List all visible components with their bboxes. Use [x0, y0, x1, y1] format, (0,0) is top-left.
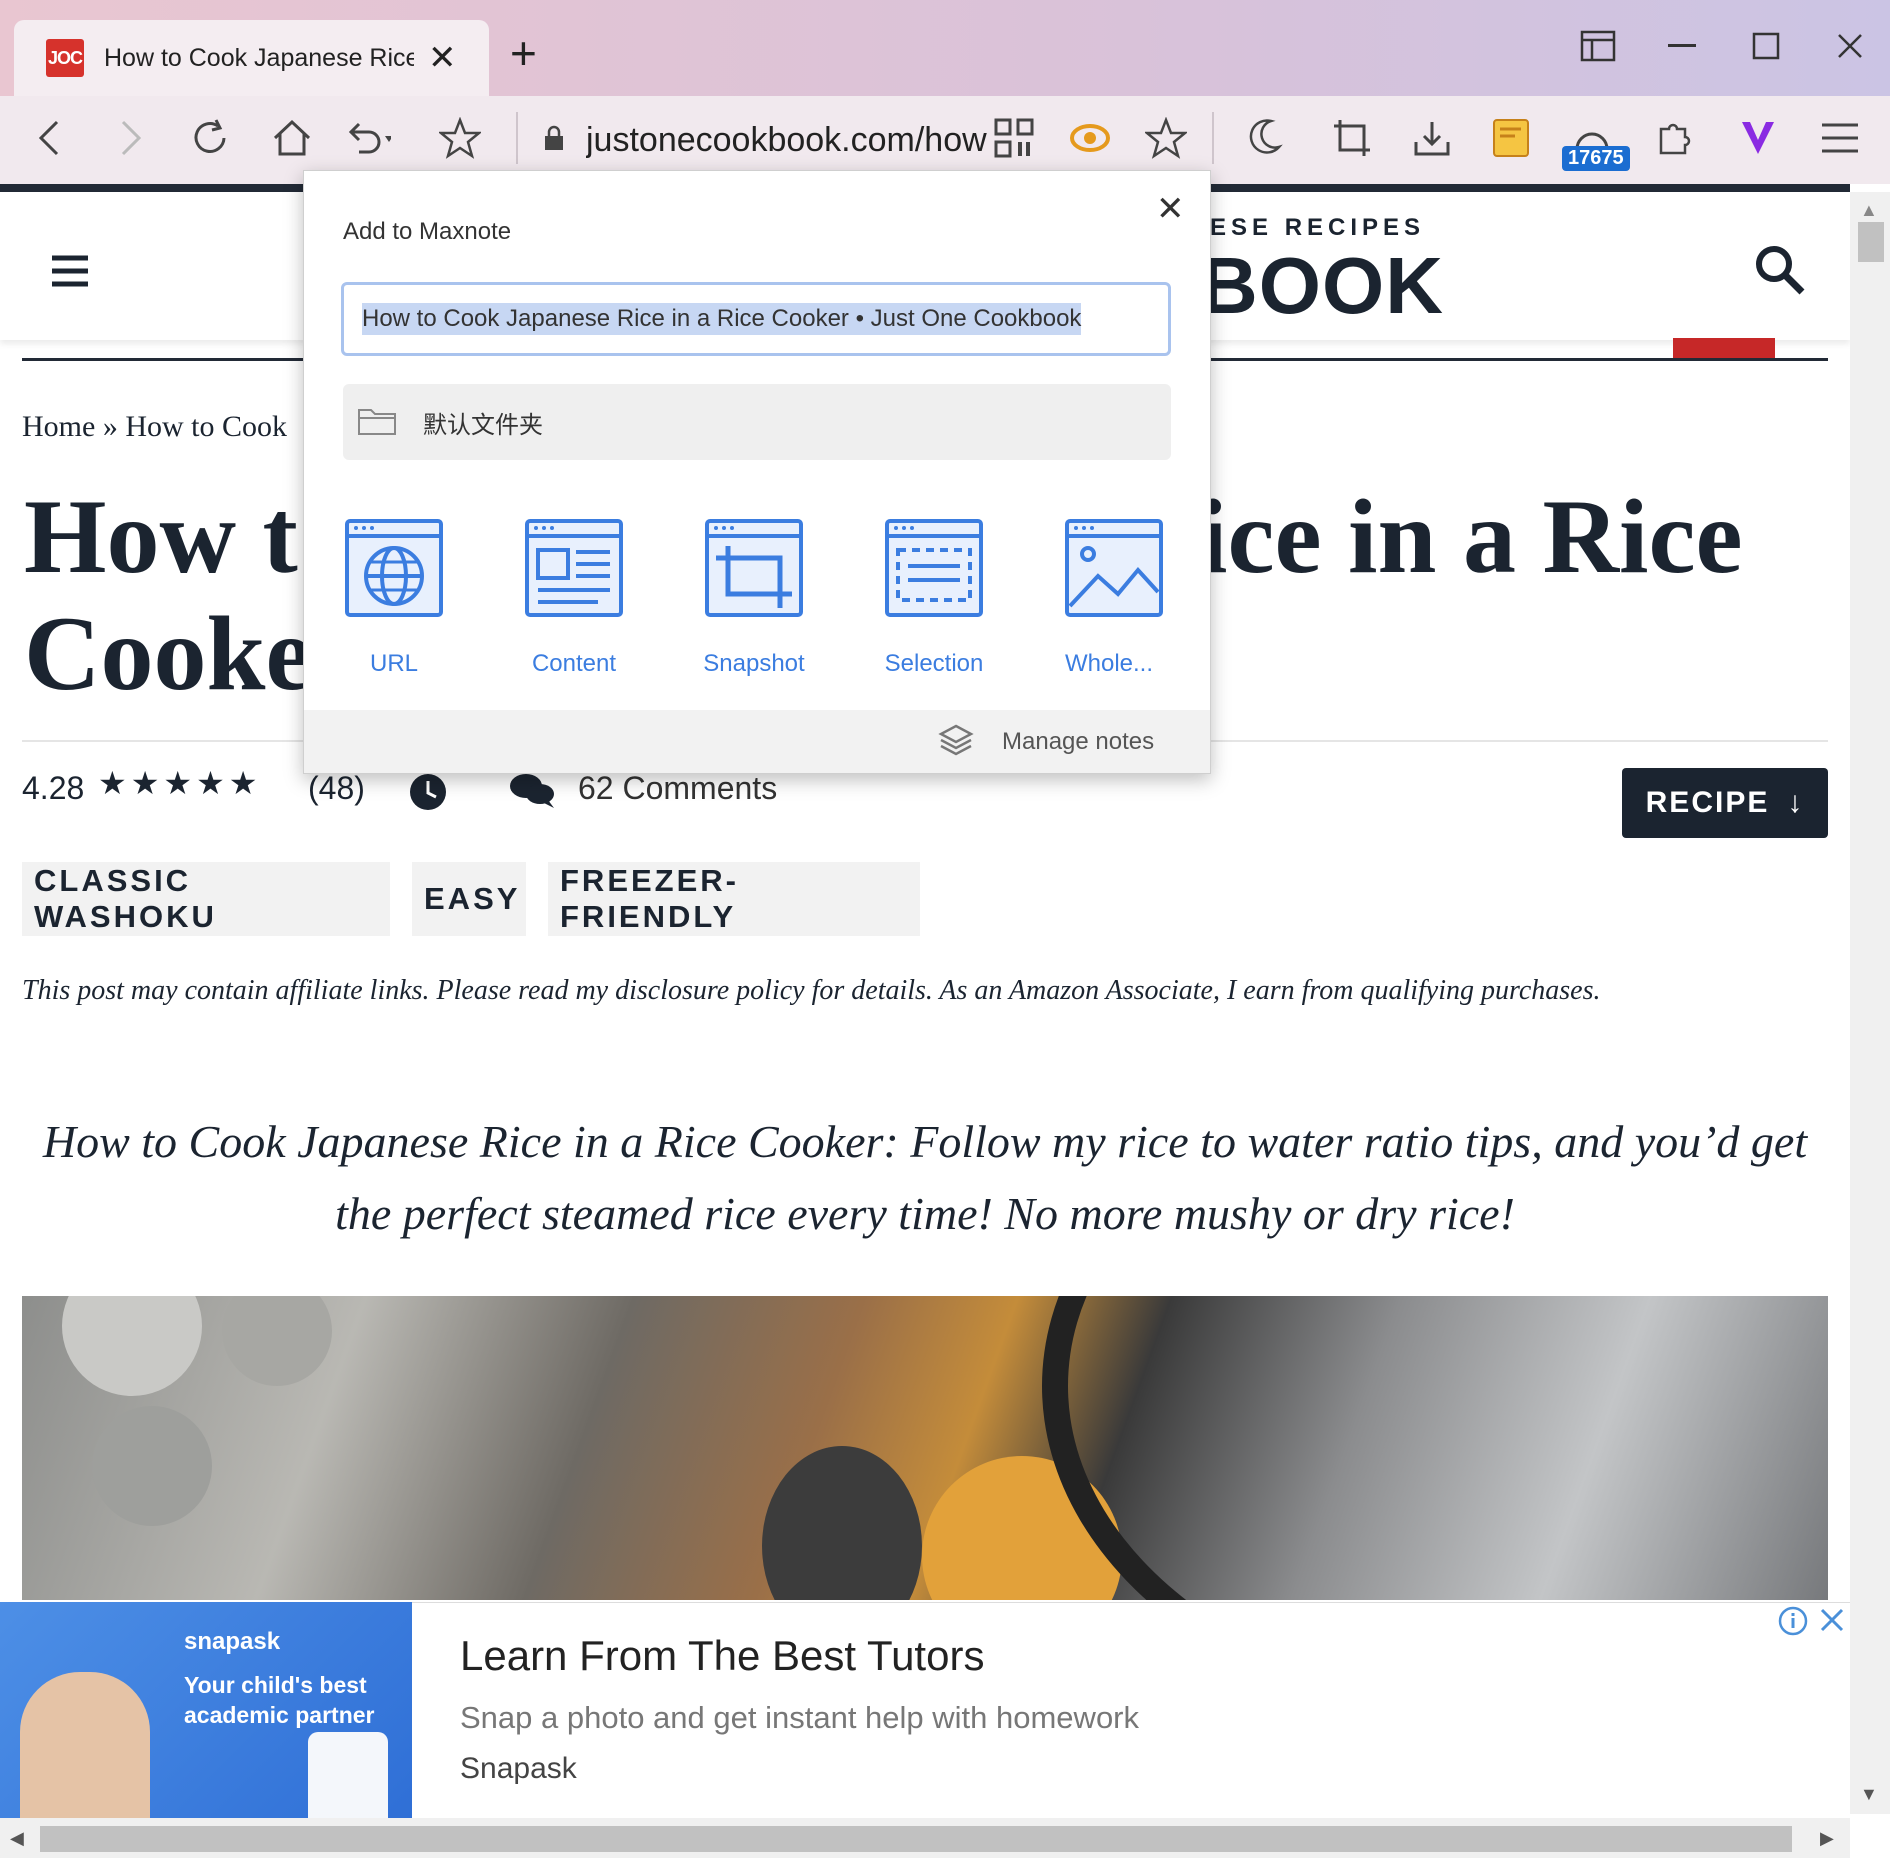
comments-icon[interactable] — [508, 770, 556, 815]
site-menu-icon[interactable] — [50, 254, 90, 293]
lock-icon[interactable] — [530, 114, 578, 162]
url-option-icon[interactable] — [344, 518, 444, 623]
article-title-right: ice in a Rice — [1198, 478, 1743, 595]
brand-logo[interactable]: BOOK — [1200, 240, 1444, 332]
rating-count: (48) — [308, 770, 365, 806]
forward-icon[interactable] — [106, 114, 154, 162]
notes-extension-icon[interactable] — [1488, 114, 1536, 162]
affiliate-disclosure: This post may contain affiliate links. P… — [22, 975, 1601, 1006]
rating-value: 4.28 — [22, 770, 85, 806]
home-icon[interactable] — [268, 114, 316, 162]
comments-link[interactable]: 62 Comments — [578, 770, 777, 807]
vertical-scrollbar[interactable]: ▲ ▼ — [1850, 192, 1890, 1814]
tag-classic-washoku[interactable]: CLASSIC WASHOKU — [22, 862, 390, 936]
breadcrumb[interactable]: Home » How to Cook — [22, 410, 287, 444]
ad-image-caption-1: Your child's best — [184, 1672, 367, 1698]
tag-freezer-friendly[interactable]: FREEZER-FRIENDLY — [548, 862, 920, 936]
scroll-down-icon[interactable]: ▼ — [1860, 1784, 1878, 1805]
extension-flower-icon[interactable] — [1066, 114, 1114, 162]
tab-layout-icon[interactable] — [1578, 26, 1618, 66]
browser-tab[interactable]: JOC How to Cook Japanese Rice i ✕ — [14, 20, 489, 96]
vivaldi-icon[interactable] — [1734, 114, 1782, 162]
maximize-icon[interactable] — [1746, 26, 1786, 66]
popup-close-icon[interactable]: ✕ — [1156, 192, 1185, 226]
toolbar-divider — [516, 112, 518, 164]
ad-close-icon[interactable] — [1818, 1606, 1846, 1639]
extension-badge: 17675 — [1562, 146, 1630, 171]
folder-selector[interactable]: 默认文件夹 — [343, 384, 1171, 460]
clock-icon — [408, 772, 448, 817]
scroll-left-icon[interactable]: ◀ — [10, 1828, 24, 1849]
maxnote-popup — [303, 170, 1211, 774]
site-favicon-icon: JOC — [46, 39, 84, 77]
brand-tagline: ESE RECIPES — [1210, 214, 1426, 241]
ad-info-icon[interactable] — [1778, 1606, 1808, 1641]
ad-advertiser[interactable]: Snapask — [460, 1752, 577, 1786]
snapask-logo: snapask — [184, 1628, 281, 1655]
site-search-icon[interactable] — [1754, 244, 1806, 301]
new-tab-icon[interactable]: + — [510, 30, 537, 76]
menu-hamburger-icon[interactable] — [1816, 114, 1864, 162]
reload-icon[interactable] — [186, 114, 234, 162]
ad-subtitle: Snap a photo and get instant help with h… — [460, 1700, 1140, 1735]
jump-to-recipe-button[interactable]: RECIPE ↓ — [1622, 768, 1828, 838]
arrow-down-icon: ↓ — [1787, 786, 1805, 819]
selection-option-label[interactable]: Selection — [849, 650, 1019, 678]
qr-code-icon[interactable] — [990, 114, 1038, 162]
scroll-right-icon[interactable]: ▶ — [1820, 1828, 1834, 1849]
popup-title: Add to Maxnote — [343, 218, 512, 245]
header-accent-bar — [1673, 338, 1775, 360]
ad-image-caption-2: academic partner — [184, 1702, 375, 1728]
tab-title: How to Cook Japanese Rice i — [104, 43, 414, 72]
content-option-label[interactable]: Content — [489, 650, 659, 678]
layers-icon[interactable] — [938, 722, 974, 763]
rating-stars[interactable]: ★★★★★ — [98, 764, 261, 802]
scroll-up-icon[interactable]: ▲ — [1860, 200, 1878, 221]
url-option-label[interactable]: URL — [309, 650, 479, 678]
screenshot-crop-icon[interactable] — [1328, 114, 1376, 162]
close-window-icon[interactable] — [1830, 26, 1870, 66]
manage-notes-link[interactable]: Manage notes — [1002, 728, 1154, 756]
folder-name: 默认文件夹 — [423, 411, 543, 439]
selection-option-icon[interactable] — [884, 518, 984, 623]
ad-title[interactable]: Learn From The Best Tutors — [460, 1632, 984, 1680]
address-bar[interactable]: justonecookbook.com/how — [586, 118, 1006, 162]
toolbar-divider — [1212, 112, 1214, 164]
hero-image — [22, 1296, 1828, 1600]
snapshot-option-label[interactable]: Snapshot — [669, 650, 839, 678]
night-mode-icon[interactable] — [1246, 114, 1294, 162]
intro-text: How to Cook Japanese Rice in a Rice Cook… — [42, 1116, 1808, 1239]
whole-page-option-label[interactable]: Whole... — [1024, 650, 1194, 678]
ad-person-figure — [20, 1672, 150, 1818]
h-scrollbar-thumb[interactable] — [40, 1826, 1792, 1852]
scrollbar-thumb[interactable] — [1858, 222, 1884, 262]
folder-icon — [357, 404, 397, 441]
whole-page-option-icon[interactable] — [1064, 518, 1164, 623]
ad-phone-figure — [308, 1732, 388, 1818]
download-icon[interactable] — [1408, 114, 1456, 162]
tab-close-icon[interactable]: ✕ — [428, 41, 457, 75]
minimize-icon[interactable] — [1662, 26, 1702, 66]
extensions-puzzle-icon[interactable] — [1652, 114, 1700, 162]
snapshot-option-icon[interactable] — [704, 518, 804, 623]
undo-icon[interactable] — [344, 114, 392, 162]
content-option-icon[interactable] — [524, 518, 624, 623]
bookmark-star-icon[interactable] — [436, 114, 484, 162]
tag-easy[interactable]: EASY — [412, 862, 526, 936]
horizontal-scrollbar[interactable]: ◀ ▶ — [0, 1818, 1850, 1858]
back-icon[interactable] — [26, 114, 74, 162]
favorites-star-icon[interactable] — [1142, 114, 1190, 162]
note-title-input[interactable]: How to Cook Japanese Rice in a Rice Cook… — [341, 282, 1171, 356]
ad-image[interactable]: snapask Your child's best academic partn… — [0, 1602, 412, 1818]
